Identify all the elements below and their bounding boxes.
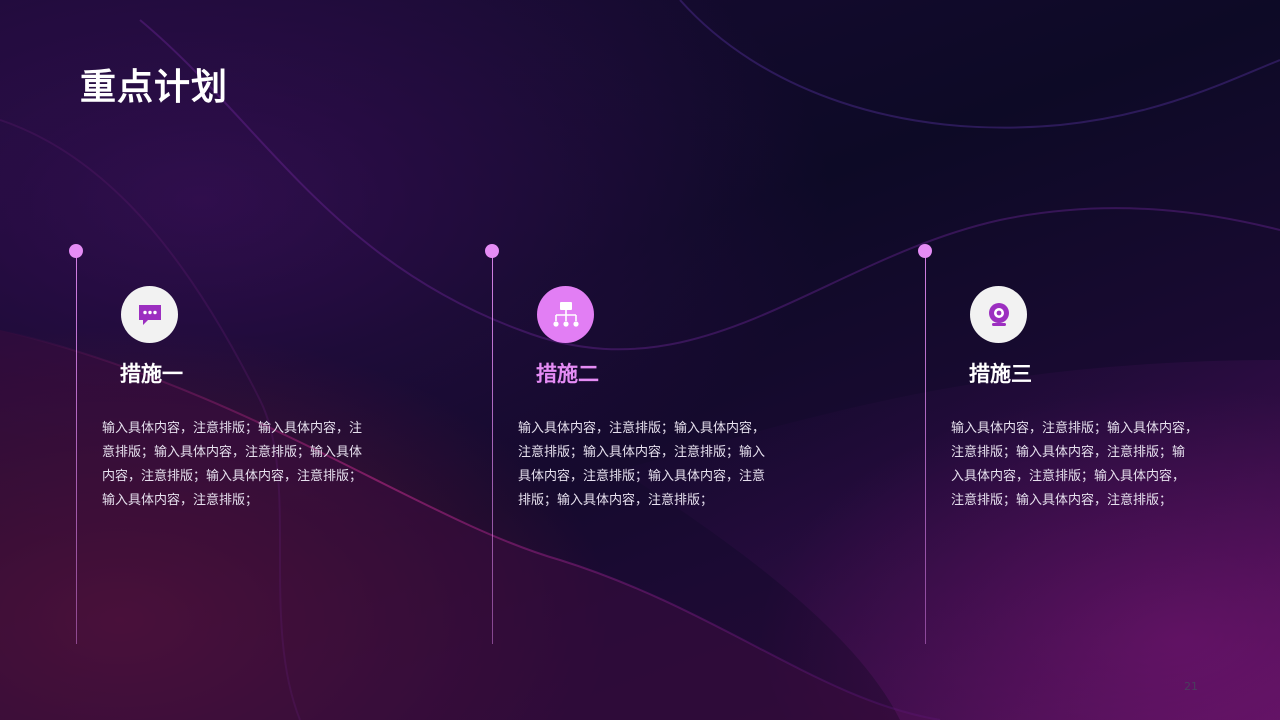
description-line: 注意排版；输入具体内容，注意排版；输入 xyxy=(518,445,766,460)
timeline-line xyxy=(75,257,77,644)
description-line: 意排版；输入具体内容，注意排版；输入具体 xyxy=(102,445,363,460)
timeline-line xyxy=(924,257,926,644)
icon-badge xyxy=(121,286,178,343)
item-description: 输入具体内容，注意排版；输入具体内容，注 意排版；输入具体内容，注意排版；输入具… xyxy=(102,417,362,513)
chat-bubble-icon xyxy=(138,304,161,325)
description-line: 输入具体内容，注意排版；输入具体内容，注 xyxy=(102,421,363,436)
description-line: 输入具体内容，注意排版；输入具体内容， xyxy=(951,421,1199,436)
timeline-dot xyxy=(485,244,499,258)
item-heading: 措施三 xyxy=(969,362,1032,386)
plan-item-2: 措施二 输入具体内容，注意排版；输入具体内容， 注意排版；输入具体内容，注意排版… xyxy=(485,0,792,720)
timeline-line xyxy=(491,257,493,644)
item-description: 输入具体内容，注意排版；输入具体内容， 注意排版；输入具体内容，注意排版；输入 … xyxy=(518,417,765,513)
description-line: 入具体内容，注意排版；输入具体内容， xyxy=(951,469,1186,484)
description-line: 注意排版；输入具体内容，注意排版； xyxy=(951,493,1173,508)
description-line: 输入具体内容，注意排版；输入具体内容， xyxy=(518,421,766,436)
description-line: 注意排版；输入具体内容，注意排版；输 xyxy=(951,445,1186,460)
item-heading: 措施一 xyxy=(120,362,183,386)
slide: 重点计划 措施一 输入具体内容，注意排版；输入具体内容，注 意排版；输入具体内容… xyxy=(0,0,1280,720)
item-heading: 措施二 xyxy=(536,362,599,386)
description-line: 排版；输入具体内容，注意排版； xyxy=(518,493,714,508)
description-line: 输入具体内容，注意排版； xyxy=(102,493,259,508)
hierarchy-icon xyxy=(552,301,579,327)
plan-item-3: 措施三 输入具体内容，注意排版；输入具体内容， 注意排版；输入具体内容，注意排版… xyxy=(918,0,1225,720)
timeline-dot xyxy=(69,244,83,258)
webcam-icon xyxy=(988,302,1009,326)
plan-item-1: 措施一 输入具体内容，注意排版；输入具体内容，注 意排版；输入具体内容，注意排版… xyxy=(69,0,376,720)
timeline-dot xyxy=(918,244,932,258)
page-number: 21 xyxy=(1184,680,1198,693)
description-line: 内容，注意排版；输入具体内容，注意排版； xyxy=(102,469,363,484)
icon-badge xyxy=(970,286,1027,343)
item-description: 输入具体内容，注意排版；输入具体内容， 注意排版；输入具体内容，注意排版；输 入… xyxy=(951,417,1198,513)
description-line: 具体内容，注意排版；输入具体内容，注意 xyxy=(518,469,766,484)
icon-badge xyxy=(537,286,594,343)
